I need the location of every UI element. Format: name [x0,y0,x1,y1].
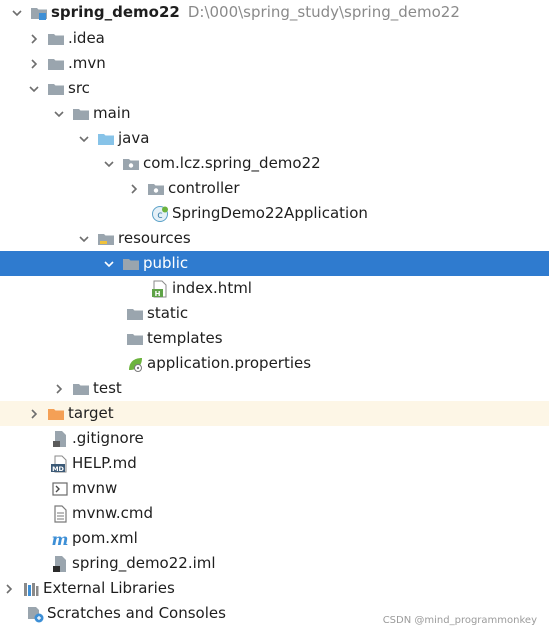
scratches-icon [26,605,44,623]
folder-icon [126,305,144,323]
tree-item-label: com.lcz.spring_demo22 [143,154,321,172]
tree-item-label: HELP.md [72,454,137,472]
chevron-right-icon[interactable] [127,182,141,196]
chevron-right-icon[interactable] [27,32,41,46]
tree-row-resources[interactable]: resources [0,226,549,251]
folder-icon [72,105,90,123]
tree-row-project-root[interactable]: spring_demo22 D:\000\spring_study\spring… [0,0,549,25]
tree-row-mvnw[interactable]: mvnw [0,476,549,501]
tree-row-java[interactable]: java [0,126,549,151]
tree-item-label: index.html [172,279,252,297]
tree-row-app-class[interactable]: c SpringDemo22Application [0,201,549,226]
tree-row-app-properties[interactable]: application.properties [0,351,549,376]
tree-row-mvn[interactable]: .mvn [0,51,549,76]
tree-item-label: resources [118,229,191,247]
tree-item-label: spring_demo22.iml [72,554,216,572]
folder-icon [72,380,90,398]
tree-row-controller[interactable]: controller [0,176,549,201]
tree-row-main[interactable]: main [0,101,549,126]
tree-row-test[interactable]: test [0,376,549,401]
tree-row-pom-xml[interactable]: m pom.xml [0,526,549,551]
watermark: CSDN @mind_programmonkey [382,615,537,626]
chevron-down-icon[interactable] [102,257,116,271]
tree-item-label: templates [147,329,223,347]
tree-row-index-html[interactable]: H index.html [0,276,549,301]
package-icon [147,180,165,198]
folder-icon [47,80,65,98]
chevron-right-icon[interactable] [52,382,66,396]
spring-properties-icon [126,355,144,373]
project-path: D:\000\spring_study\spring_demo22 [187,3,460,21]
tree-row-public[interactable]: public [0,251,549,276]
text-file-icon [51,504,69,523]
chevron-right-icon[interactable] [2,582,16,596]
folder-icon [122,255,140,273]
tree-item-label: static [147,304,189,322]
folder-icon [47,30,65,48]
svg-text:H: H [155,290,161,298]
folder-icon [126,330,144,348]
module-file-icon [51,555,69,573]
chevron-down-icon[interactable] [102,157,116,171]
folder-icon [47,55,65,73]
tree-item-label: main [93,104,131,122]
chevron-down-icon[interactable] [77,132,91,146]
tree-row-static[interactable]: static [0,301,549,326]
package-icon [122,155,140,173]
chevron-down-icon[interactable] [27,82,41,96]
tree-row-help-md[interactable]: MD HELP.md [0,451,549,476]
tree-item-label: mvnw [72,479,118,497]
tree-item-label: .idea [68,29,105,47]
chevron-right-icon[interactable] [27,57,41,71]
chevron-right-icon[interactable] [27,407,41,421]
resources-folder-icon [97,230,115,248]
svg-text:c: c [157,210,163,221]
ignore-file-icon [51,430,69,448]
tree-item-label: target [68,404,114,422]
shell-script-icon [51,480,69,498]
spring-boot-class-icon: c [151,205,169,223]
html-file-icon: H [151,280,169,298]
chevron-down-icon[interactable] [10,6,24,20]
tree-item-label: .mvn [68,54,106,72]
tree-item-label: SpringDemo22Application [172,204,368,222]
source-folder-icon [97,130,115,148]
project-folder-icon [30,4,48,22]
tree-item-label: .gitignore [72,429,144,447]
tree-row-external-libraries[interactable]: External Libraries [0,576,549,601]
tree-row-src[interactable]: src [0,76,549,101]
libraries-icon [22,580,40,598]
excluded-folder-icon [47,405,65,423]
tree-item-label: Scratches and Consoles [47,604,226,622]
chevron-down-icon[interactable] [52,107,66,121]
tree-item-label: mvnw.cmd [72,504,154,522]
tree-item-label: public [143,254,189,272]
project-name: spring_demo22 [51,3,180,21]
tree-item-label: test [93,379,122,397]
svg-text:MD: MD [52,465,64,473]
markdown-file-icon: MD [51,455,69,473]
tree-item-label: pom.xml [72,529,138,547]
tree-row-mvnw-cmd[interactable]: mvnw.cmd [0,501,549,526]
tree-item-label: controller [168,179,240,197]
tree-row-gitignore[interactable]: .gitignore [0,426,549,451]
tree-item-label: application.properties [147,354,312,372]
chevron-down-icon[interactable] [77,232,91,246]
tree-item-label: src [68,79,90,97]
tree-row-idea[interactable]: .idea [0,26,549,51]
tree-item-label: java [118,129,150,147]
tree-item-label: External Libraries [43,579,175,597]
tree-row-target[interactable]: target [0,401,549,426]
svg-text:m: m [52,530,69,548]
tree-row-templates[interactable]: templates [0,326,549,351]
tree-row-package[interactable]: com.lcz.spring_demo22 [0,151,549,176]
tree-row-iml[interactable]: spring_demo22.iml [0,551,549,576]
maven-pom-icon: m [51,530,69,548]
